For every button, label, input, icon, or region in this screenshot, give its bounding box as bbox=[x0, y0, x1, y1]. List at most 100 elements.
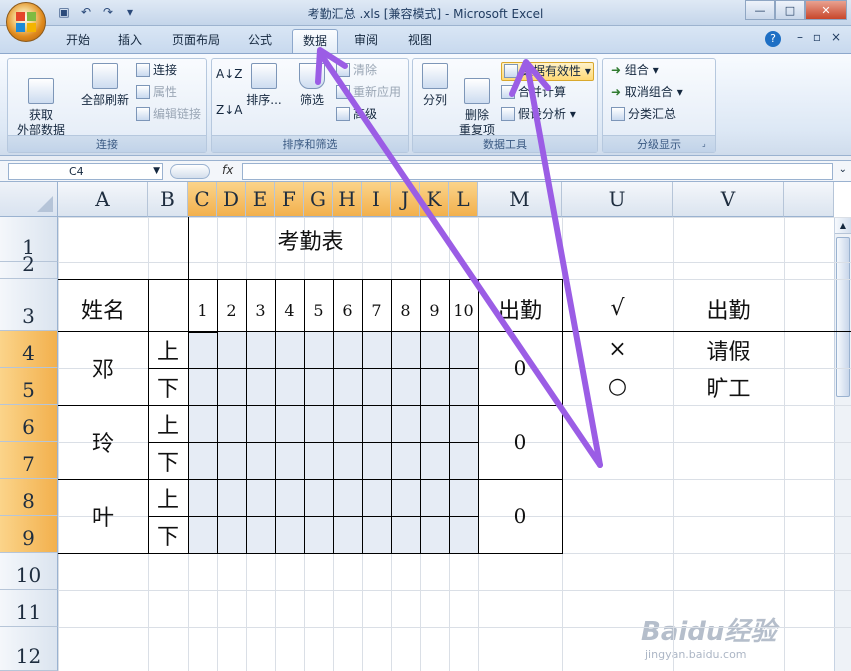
tab-insert[interactable]: 插入 bbox=[108, 29, 152, 53]
formula-bar: C4 ▼ fx ⌄ bbox=[0, 160, 851, 182]
vertical-scrollbar[interactable]: ▲ bbox=[834, 217, 851, 671]
ribbon-minimize-icon[interactable]: – bbox=[797, 30, 803, 44]
sort-descending-button[interactable]: Z↓A bbox=[216, 103, 242, 118]
day-header: 10 bbox=[453, 300, 474, 320]
row-header-10[interactable]: 10 bbox=[0, 553, 58, 590]
properties-button[interactable]: 属性 bbox=[136, 85, 177, 100]
tab-review[interactable]: 审阅 bbox=[344, 29, 388, 53]
column-header-v[interactable]: V bbox=[673, 182, 784, 217]
advanced-icon bbox=[336, 107, 350, 121]
legend-symbol: √ bbox=[610, 296, 625, 321]
column-header-k[interactable]: K bbox=[420, 182, 449, 217]
employee-name: 邓 bbox=[91, 358, 114, 383]
text-to-columns-button[interactable]: 分列 bbox=[417, 63, 453, 108]
name-box-dropdown-icon[interactable]: ▼ bbox=[153, 164, 160, 179]
external-data-icon bbox=[28, 78, 54, 104]
subtotal-button[interactable]: 分类汇总 bbox=[611, 107, 676, 122]
column-header-l[interactable]: L bbox=[449, 182, 478, 217]
worksheet-grid[interactable]: ▲ Baidu经验 jingyan.baidu.com ABCDEFGHIJKL… bbox=[0, 182, 851, 671]
insert-function-icon[interactable]: fx bbox=[222, 163, 233, 177]
column-header-g[interactable]: G bbox=[304, 182, 333, 217]
table-border bbox=[148, 368, 478, 369]
ungroup-button[interactable]: ➜ 取消组合 ▾ bbox=[611, 85, 683, 100]
column-header-u[interactable]: U bbox=[562, 182, 673, 217]
active-cell-indicator bbox=[188, 331, 217, 333]
column-header-i[interactable]: I bbox=[362, 182, 391, 217]
data-validation-button[interactable]: 数据有效性 ▾ bbox=[501, 62, 594, 81]
sort-button[interactable]: 排序... bbox=[242, 63, 286, 108]
attendance-total: 0 bbox=[513, 430, 527, 454]
shift-am-label: 上 bbox=[156, 413, 179, 439]
scroll-thumb[interactable] bbox=[836, 237, 850, 397]
tab-page-layout[interactable]: 页面布局 bbox=[162, 29, 230, 53]
gridline-horizontal bbox=[58, 262, 851, 263]
group-label-connections: 连接 bbox=[8, 135, 206, 152]
ribbon-restore-icon[interactable]: ▫ bbox=[813, 30, 821, 44]
formula-bar-buttons[interactable] bbox=[170, 164, 210, 179]
day-header: 9 bbox=[429, 300, 440, 320]
row-header-3[interactable]: 3 bbox=[0, 279, 58, 331]
edit-links-button[interactable]: 编辑链接 bbox=[136, 107, 201, 122]
column-header-h[interactable]: H bbox=[333, 182, 362, 217]
tab-data[interactable]: 数据 bbox=[292, 29, 339, 53]
row-header-6[interactable]: 6 bbox=[0, 405, 58, 442]
column-header-a[interactable]: A bbox=[58, 182, 148, 217]
column-header-m[interactable]: M bbox=[478, 182, 562, 217]
what-if-analysis-button[interactable]: 假设分析 ▾ bbox=[501, 107, 576, 122]
column-header-b[interactable]: B bbox=[148, 182, 188, 217]
refresh-all-button[interactable]: 全部刷新 bbox=[76, 63, 134, 108]
reapply-button[interactable]: 重新应用 bbox=[336, 85, 401, 100]
maximize-button[interactable]: □ bbox=[775, 0, 805, 20]
column-header-d[interactable]: D bbox=[217, 182, 246, 217]
row-header-4[interactable]: 4 bbox=[0, 331, 58, 368]
filter-button[interactable]: 筛选 bbox=[292, 63, 332, 108]
ribbon-tabs: 开始 插入 页面布局 公式 数据 审阅 视图 bbox=[0, 26, 851, 53]
row-header-12[interactable]: 12 bbox=[0, 627, 58, 671]
name-box[interactable]: C4 ▼ bbox=[8, 163, 163, 180]
data-validation-icon bbox=[504, 64, 518, 78]
tab-view[interactable]: 视图 bbox=[398, 29, 442, 53]
advanced-button[interactable]: 高级 bbox=[336, 107, 377, 122]
formula-input[interactable] bbox=[242, 163, 833, 180]
shift-am-label: 上 bbox=[156, 339, 179, 365]
expand-formula-bar-icon[interactable]: ⌄ bbox=[839, 164, 847, 175]
connections-button[interactable]: 连接 bbox=[136, 63, 177, 78]
text-to-columns-icon bbox=[422, 63, 448, 89]
window-title: 考勤汇总 .xls [兼容模式] - Microsoft Excel bbox=[307, 7, 544, 21]
title-bar: ▣ ↶ ↷ ▾ 考勤汇总 .xls [兼容模式] - Microsoft Exc… bbox=[0, 0, 851, 42]
sort-icon bbox=[251, 63, 277, 89]
ribbon-close-icon[interactable]: × bbox=[831, 30, 841, 44]
tab-formulas[interactable]: 公式 bbox=[238, 29, 282, 53]
help-icon[interactable]: ? bbox=[765, 31, 781, 47]
column-header-j[interactable]: J bbox=[391, 182, 420, 217]
column-header-f[interactable]: F bbox=[275, 182, 304, 217]
group-label-data-tools: 数据工具 bbox=[413, 135, 597, 152]
column-header-next[interactable] bbox=[784, 182, 834, 217]
clear-button[interactable]: 清除 bbox=[336, 63, 377, 78]
consolidate-button[interactable]: 合并计算 bbox=[501, 85, 566, 100]
day-header: 6 bbox=[342, 300, 353, 320]
sort-ascending-button[interactable]: A↓Z bbox=[216, 67, 242, 82]
row-header-5[interactable]: 5 bbox=[0, 368, 58, 405]
dialog-launcher-icon[interactable]: ⌟ bbox=[702, 139, 712, 149]
connections-icon bbox=[136, 63, 150, 77]
baidu-watermark: Baidu经验 jingyan.baidu.com bbox=[641, 617, 777, 661]
tab-home[interactable]: 开始 bbox=[56, 29, 100, 53]
day-header: 7 bbox=[371, 300, 382, 320]
row-header-11[interactable]: 11 bbox=[0, 590, 58, 627]
select-all-button[interactable] bbox=[0, 182, 58, 217]
scroll-up-icon[interactable]: ▲ bbox=[835, 217, 851, 234]
office-button[interactable] bbox=[6, 2, 46, 42]
day-header: 5 bbox=[313, 300, 324, 320]
group-button[interactable]: ➜ 组合 ▾ bbox=[611, 63, 659, 78]
column-header-c[interactable]: C bbox=[188, 182, 217, 217]
close-button[interactable]: ✕ bbox=[805, 0, 847, 20]
attendance-total: 0 bbox=[513, 504, 527, 528]
table-border bbox=[188, 278, 189, 279]
column-header-e[interactable]: E bbox=[246, 182, 275, 217]
row-header-9[interactable]: 9 bbox=[0, 516, 58, 553]
row-header-8[interactable]: 8 bbox=[0, 479, 58, 516]
minimize-button[interactable]: — bbox=[745, 0, 775, 20]
row-header-7[interactable]: 7 bbox=[0, 442, 58, 479]
row-header-2[interactable]: 2 bbox=[0, 252, 58, 279]
